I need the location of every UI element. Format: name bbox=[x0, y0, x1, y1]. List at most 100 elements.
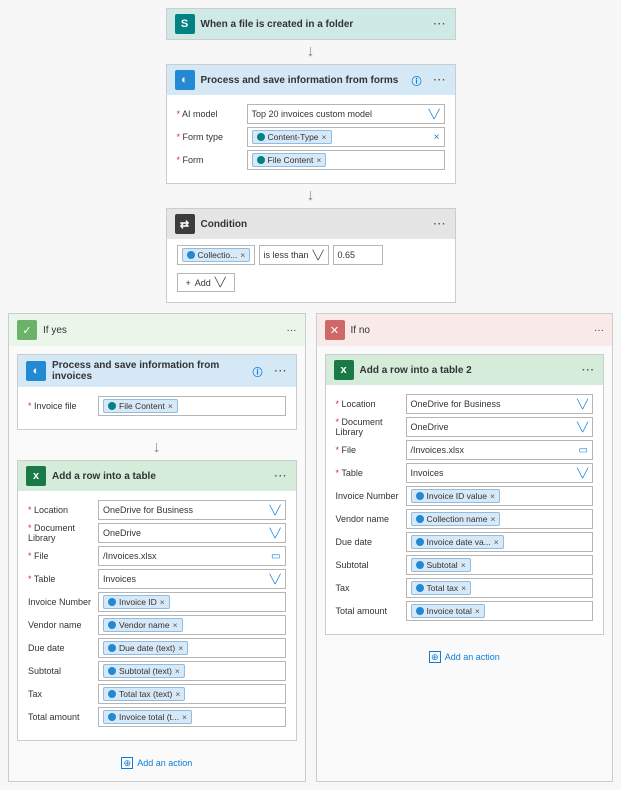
location-label: Location bbox=[336, 399, 406, 409]
if-yes-menu[interactable]: ··· bbox=[287, 325, 297, 336]
chevron-down-icon: ╲╱ bbox=[577, 399, 588, 410]
invoice-id-value-token: Invoice ID value× bbox=[411, 489, 500, 503]
file-content-token[interactable]: File Content× bbox=[252, 153, 327, 167]
process-forms-card: ◐ Process and save information from form… bbox=[166, 64, 456, 184]
excel-icon: x bbox=[26, 466, 46, 486]
condition-operator-select[interactable]: is less than ╲╱ bbox=[259, 245, 329, 265]
table-select[interactable]: Invoices╲╱ bbox=[406, 463, 594, 483]
total-field[interactable]: Invoice total× bbox=[406, 601, 594, 621]
vendor-name-field[interactable]: Vendor name× bbox=[98, 615, 286, 635]
add-row-1-menu[interactable]: ··· bbox=[275, 471, 288, 482]
location-select[interactable]: OneDrive for Business╲╱ bbox=[406, 394, 594, 414]
location-select[interactable]: OneDrive for Business╲╱ bbox=[98, 500, 286, 520]
tax-token: Total tax (text)× bbox=[103, 687, 185, 701]
condition-left-field[interactable]: Collectio...× bbox=[177, 245, 255, 265]
info-icon[interactable]: ⓘ bbox=[253, 364, 263, 379]
vendor-name-label: Vendor name bbox=[28, 620, 98, 630]
add-action-button[interactable]: ⊕ Add an action bbox=[121, 757, 192, 769]
arrow-icon: ↓ bbox=[307, 43, 315, 61]
doclib-select[interactable]: OneDrive╲╱ bbox=[98, 523, 286, 543]
condition-value-input[interactable]: 0.65 bbox=[333, 245, 383, 265]
invoice-number-label: Invoice Number bbox=[336, 491, 406, 501]
due-date-label: Due date bbox=[336, 537, 406, 547]
ai-builder-icon: ◐ bbox=[175, 70, 195, 90]
collection-token[interactable]: Collectio...× bbox=[182, 248, 251, 262]
subtotal-field[interactable]: Subtotal (text)× bbox=[98, 661, 286, 681]
plus-icon: ⊕ bbox=[429, 651, 441, 663]
subtotal-token: Subtotal (text)× bbox=[103, 664, 185, 678]
vendor-name-token: Vendor name× bbox=[103, 618, 183, 632]
vendor-name-field[interactable]: Collection name× bbox=[406, 509, 594, 529]
chevron-down-icon: ╲╱ bbox=[270, 505, 281, 516]
location-label: Location bbox=[28, 505, 98, 515]
condition-add-button[interactable]: + Add ╲╱ bbox=[177, 273, 235, 292]
due-date-field[interactable]: Invoice date va...× bbox=[406, 532, 594, 552]
form-label: Form bbox=[177, 155, 247, 165]
ai-builder-icon: ◐ bbox=[26, 361, 46, 381]
file-content-token[interactable]: File Content× bbox=[103, 399, 178, 413]
process-forms-menu[interactable]: ··· bbox=[434, 75, 447, 86]
tax-field[interactable]: Total tax× bbox=[406, 578, 594, 598]
ai-model-select[interactable]: Top 20 invoices custom model ╲╱ bbox=[247, 104, 445, 124]
process-invoices-menu[interactable]: ··· bbox=[275, 366, 288, 377]
chevron-down-icon: ╲╱ bbox=[313, 250, 324, 261]
chevron-down-icon: ╲╱ bbox=[577, 422, 588, 433]
token-remove-icon: × bbox=[316, 155, 321, 165]
if-no-menu[interactable]: ··· bbox=[594, 325, 604, 336]
invoice-number-label: Invoice Number bbox=[28, 597, 98, 607]
total-tax-token: Total tax× bbox=[411, 581, 472, 595]
plus-icon: ⊕ bbox=[121, 757, 133, 769]
info-icon[interactable]: ⓘ bbox=[412, 73, 422, 88]
total-label: Total amount bbox=[336, 606, 406, 616]
form-field[interactable]: File Content× bbox=[247, 150, 445, 170]
invoice-number-field[interactable]: Invoice ID value× bbox=[406, 486, 594, 506]
file-input[interactable]: /Invoices.xlsx▭ bbox=[98, 546, 286, 566]
arrow-icon: ↓ bbox=[307, 187, 315, 205]
clear-icon[interactable]: × bbox=[434, 132, 440, 143]
add-row-2-card: x Add a row into a table 2 ··· LocationO… bbox=[325, 354, 605, 635]
trigger-card[interactable]: S When a file is created in a folder ··· bbox=[166, 8, 456, 40]
add-row-2-title: Add a row into a table 2 bbox=[360, 365, 577, 376]
form-type-field[interactable]: Content-Type× × bbox=[247, 127, 445, 147]
folder-icon: ▭ bbox=[271, 551, 280, 562]
invoice-id-token: Invoice ID× bbox=[103, 595, 170, 609]
if-no-branch: ✕ If no ··· x Add a row into a table 2 ·… bbox=[316, 313, 614, 782]
invoice-number-field[interactable]: Invoice ID× bbox=[98, 592, 286, 612]
tax-label: Tax bbox=[336, 583, 406, 593]
total-field[interactable]: Invoice total (t...× bbox=[98, 707, 286, 727]
file-label: File bbox=[336, 445, 406, 455]
add-action-button[interactable]: ⊕ Add an action bbox=[429, 651, 500, 663]
subtotal-field[interactable]: Subtotal× bbox=[406, 555, 594, 575]
invoice-file-field[interactable]: File Content× bbox=[98, 396, 286, 416]
content-type-token[interactable]: Content-Type× bbox=[252, 130, 332, 144]
excel-icon: x bbox=[334, 360, 354, 380]
check-icon: ✓ bbox=[17, 320, 37, 340]
form-type-label: Form type bbox=[177, 132, 247, 142]
add-row-2-menu[interactable]: ··· bbox=[582, 365, 595, 376]
chevron-down-icon: ╲╱ bbox=[270, 528, 281, 539]
process-forms-title: Process and save information from forms bbox=[201, 75, 406, 86]
doclib-label: Document Library bbox=[336, 417, 406, 437]
table-select[interactable]: Invoices╲╱ bbox=[98, 569, 286, 589]
doclib-select[interactable]: OneDrive╲╱ bbox=[406, 417, 594, 437]
tax-field[interactable]: Total tax (text)× bbox=[98, 684, 286, 704]
table-label: Table bbox=[28, 574, 98, 584]
plus-icon: + bbox=[186, 278, 191, 288]
subtotal-label: Subtotal bbox=[336, 560, 406, 570]
file-label: File bbox=[28, 551, 98, 561]
file-input[interactable]: /Invoices.xlsx▭ bbox=[406, 440, 594, 460]
invoice-date-token: Invoice date va...× bbox=[411, 535, 504, 549]
arrow-icon: ↓ bbox=[153, 439, 161, 457]
invoice-file-label: Invoice file bbox=[28, 401, 98, 411]
process-invoices-card: ◐ Process and save information from invo… bbox=[17, 354, 297, 430]
due-date-field[interactable]: Due date (text)× bbox=[98, 638, 286, 658]
due-date-token: Due date (text)× bbox=[103, 641, 188, 655]
chevron-down-icon: ╲╱ bbox=[429, 109, 440, 120]
table-label: Table bbox=[336, 468, 406, 478]
invoice-total-token: Invoice total× bbox=[411, 604, 485, 618]
condition-menu[interactable]: ··· bbox=[434, 219, 447, 230]
condition-branches: ✓ If yes ··· ◐ Process and save informat… bbox=[8, 313, 613, 782]
add-row-1-title: Add a row into a table bbox=[52, 471, 269, 482]
trigger-menu[interactable]: ··· bbox=[434, 19, 447, 30]
folder-icon: ▭ bbox=[579, 445, 588, 456]
